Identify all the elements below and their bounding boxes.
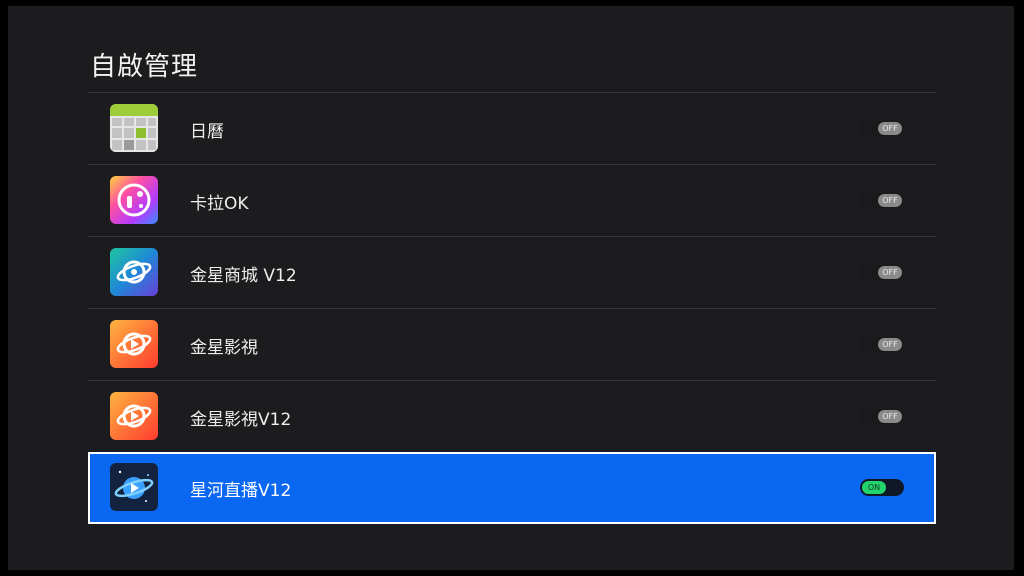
screen: 自啟管理 日曆 OFF 卡拉OK OFF 金星商城 V12 OFF 金星影視 O… bbox=[8, 6, 1014, 570]
autostart-app-list: 日曆 OFF 卡拉OK OFF 金星商城 V12 OFF 金星影視 OFF 金星… bbox=[88, 92, 936, 524]
list-item-venus-store[interactable]: 金星商城 V12 OFF bbox=[88, 236, 936, 308]
toggle-state: OFF bbox=[878, 266, 902, 279]
toggle-state: OFF bbox=[878, 194, 902, 207]
list-item-venus-video-v12[interactable]: 金星影視V12 OFF bbox=[88, 380, 936, 452]
autostart-toggle[interactable]: OFF bbox=[860, 264, 904, 281]
autostart-toggle[interactable]: OFF bbox=[860, 192, 904, 209]
page-title: 自啟管理 bbox=[90, 52, 199, 82]
toggle-state: OFF bbox=[878, 338, 902, 351]
app-label: 金星商城 V12 bbox=[190, 266, 297, 286]
calendar-icon bbox=[110, 104, 158, 152]
app-label: 金星影視 bbox=[190, 338, 258, 358]
list-item-karaoke[interactable]: 卡拉OK OFF bbox=[88, 164, 936, 236]
autostart-toggle[interactable]: ON bbox=[860, 479, 904, 496]
toggle-state: OFF bbox=[878, 410, 902, 423]
galaxy-live-icon bbox=[110, 463, 158, 511]
list-item-galaxy-live[interactable]: 星河直播V12 ON bbox=[88, 452, 936, 524]
toggle-state: OFF bbox=[878, 122, 902, 135]
app-label: 星河直播V12 bbox=[190, 481, 292, 501]
venus-video-v12-icon bbox=[110, 392, 158, 440]
toggle-state: ON bbox=[862, 481, 886, 494]
autostart-toggle[interactable]: OFF bbox=[860, 120, 904, 137]
app-label: 日曆 bbox=[190, 122, 224, 142]
venus-video-icon bbox=[110, 320, 158, 368]
list-item-calendar[interactable]: 日曆 OFF bbox=[88, 92, 936, 164]
karaoke-icon bbox=[110, 176, 158, 224]
venus-store-icon bbox=[110, 248, 158, 296]
autostart-toggle[interactable]: OFF bbox=[860, 408, 904, 425]
list-item-venus-video[interactable]: 金星影視 OFF bbox=[88, 308, 936, 380]
app-label: 卡拉OK bbox=[190, 194, 249, 214]
autostart-toggle[interactable]: OFF bbox=[860, 336, 904, 353]
app-label: 金星影視V12 bbox=[190, 410, 292, 430]
